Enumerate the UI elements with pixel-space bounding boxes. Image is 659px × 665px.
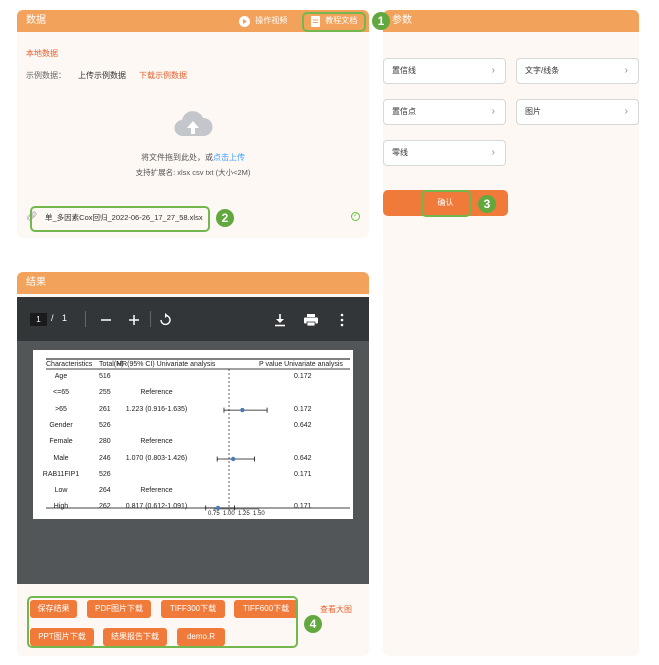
chevron-right-icon: › — [491, 147, 495, 158]
click-upload-link[interactable]: 点击上传 — [213, 153, 245, 162]
download-example-link[interactable]: 下载示例数据 — [139, 70, 187, 81]
row-p: 0.171 — [294, 503, 312, 511]
confidence-line-label: 置信线 — [392, 66, 416, 75]
image-label: 图片 — [525, 107, 541, 116]
header-characteristics: Characteristics — [46, 361, 93, 368]
row-hr: 1.070 (0.803-1.426) — [125, 454, 188, 462]
row-p: 0.171 — [294, 470, 312, 478]
row-hr: Reference — [140, 389, 173, 397]
cloud-upload-icon — [174, 111, 213, 137]
row-n: 246 — [99, 454, 111, 462]
params-panel-title: 参数 — [392, 15, 412, 26]
annotation-box-3 — [421, 190, 471, 217]
annotation-badge-2: 2 — [216, 209, 234, 227]
view-large-link[interactable]: 查看大图 — [320, 604, 352, 615]
row-n: 526 — [99, 470, 111, 478]
row-label: >65 — [55, 405, 67, 413]
annotation-badge-1: 1 — [372, 12, 390, 30]
row-label: Male — [53, 454, 69, 462]
page-total: 1 — [62, 313, 68, 323]
row-hr: 0.817 (0.612-1.091) — [125, 503, 188, 511]
result-panel-header: 结果 — [17, 272, 369, 294]
download-icon[interactable] — [274, 313, 286, 327]
row-hr: Reference — [140, 487, 173, 495]
annotation-badge-3: 3 — [478, 195, 496, 213]
pdf-viewer[interactable]: 1 / 1 Characteristics Total(N) HR(95% CI… — [17, 297, 369, 584]
result-panel-title: 结果 — [26, 277, 46, 288]
supported-ext: 支持扩展名: xlsx csv txt (大小<2M) — [135, 168, 251, 177]
row-p: 0.172 — [294, 373, 312, 380]
row-n: 516 — [99, 373, 111, 380]
x-tick-label: 1.50 — [253, 511, 265, 517]
chevron-right-icon: › — [624, 65, 628, 76]
local-data-label: 本地数据 — [26, 49, 58, 58]
row-n: 255 — [99, 389, 111, 397]
row-label: Female — [49, 438, 73, 446]
example-data-label: 示例数据： — [26, 71, 66, 80]
hr-point — [215, 505, 221, 511]
confidence-point-button[interactable]: 置信点 › — [383, 99, 506, 125]
print-icon[interactable] — [304, 314, 318, 327]
hr-point — [240, 407, 245, 413]
confidence-line-button[interactable]: 置信线 › — [383, 58, 506, 84]
header-pvalue: P value Univariate analysis — [259, 361, 343, 368]
annotation-box-2 — [30, 206, 210, 232]
row-hr: Reference — [140, 438, 173, 446]
header-hr: HR(95% CI) Univariate analysis — [117, 361, 216, 368]
annotation-box-1 — [302, 12, 366, 32]
text-line-label: 文字/线条 — [525, 66, 560, 75]
chevron-right-icon: › — [624, 106, 628, 117]
data-panel-title: 数据 — [26, 15, 46, 26]
toolbar-divider — [85, 311, 86, 327]
video-label: 操作视频 — [255, 16, 288, 25]
x-tick-label: 1.00 — [223, 511, 235, 517]
x-tick-label: 1.25 — [238, 511, 250, 517]
plus-icon[interactable] — [128, 314, 140, 326]
params-panel: 参数 置信线 › 文字/线条 › 置信点 › 图片 › 零线 › 确认 — [383, 10, 639, 656]
row-p: 0.642 — [294, 421, 312, 429]
drop-text: 将文件拖到此处，或 — [141, 153, 213, 162]
toolbar-divider — [150, 311, 151, 327]
row-n: 526 — [99, 421, 111, 429]
chevron-right-icon: › — [491, 106, 495, 117]
page-separator: / — [51, 313, 54, 323]
x-tick-label: 0.75 — [208, 511, 220, 517]
data-panel: 数据 操作视频 教程文档 本地数据 示例数据： 上传示例数据 下载示例数据 将文… — [17, 10, 369, 238]
check-icon: ✓ — [351, 212, 360, 221]
row-hr: 1.223 (0.916-1.635) — [125, 405, 188, 413]
row-p: 0.642 — [294, 454, 312, 462]
pdf-page: Characteristics Total(N) HR(95% CI) Univ… — [33, 350, 353, 519]
annotation-badge-4: 4 — [304, 615, 322, 633]
zero-line-label: 零线 — [392, 148, 408, 157]
row-label: Gender — [49, 421, 73, 429]
row-label: Low — [54, 487, 68, 495]
row-label: <=65 — [53, 389, 69, 397]
row-p: 0.172 — [294, 405, 312, 413]
row-label: Age — [54, 373, 68, 380]
row-label: High — [53, 503, 69, 511]
upload-dropzone[interactable]: 将文件拖到此处，或点击上传 支持扩展名: xlsx csv txt (大小<2M… — [77, 102, 309, 182]
row-n: 280 — [99, 438, 111, 446]
drop-text-row: 将文件拖到此处，或点击上传 — [77, 152, 309, 163]
row-n: 264 — [99, 487, 111, 495]
play-icon — [239, 15, 250, 27]
upload-example-link[interactable]: 上传示例数据 — [78, 70, 126, 81]
page-number-input[interactable]: 1 — [30, 313, 47, 326]
params-panel-header: 参数 — [383, 10, 639, 32]
row-n: 262 — [99, 503, 111, 511]
annotation-box-4 — [27, 596, 298, 648]
hr-point — [231, 456, 236, 462]
video-tutorial-link[interactable]: 操作视频 — [239, 15, 287, 27]
rotate-icon[interactable] — [158, 313, 172, 327]
image-button[interactable]: 图片 › — [516, 99, 639, 125]
zero-line-button[interactable]: 零线 › — [383, 140, 506, 166]
row-label: RAB11FIP1 — [42, 470, 80, 478]
confidence-point-label: 置信点 — [392, 107, 416, 116]
text-line-button[interactable]: 文字/线条 › — [516, 58, 639, 84]
pdf-toolbar: 1 / 1 — [17, 297, 369, 341]
more-icon[interactable] — [340, 313, 344, 327]
row-n: 261 — [99, 405, 111, 413]
minus-icon[interactable] — [100, 314, 112, 326]
chevron-right-icon: › — [491, 65, 495, 76]
